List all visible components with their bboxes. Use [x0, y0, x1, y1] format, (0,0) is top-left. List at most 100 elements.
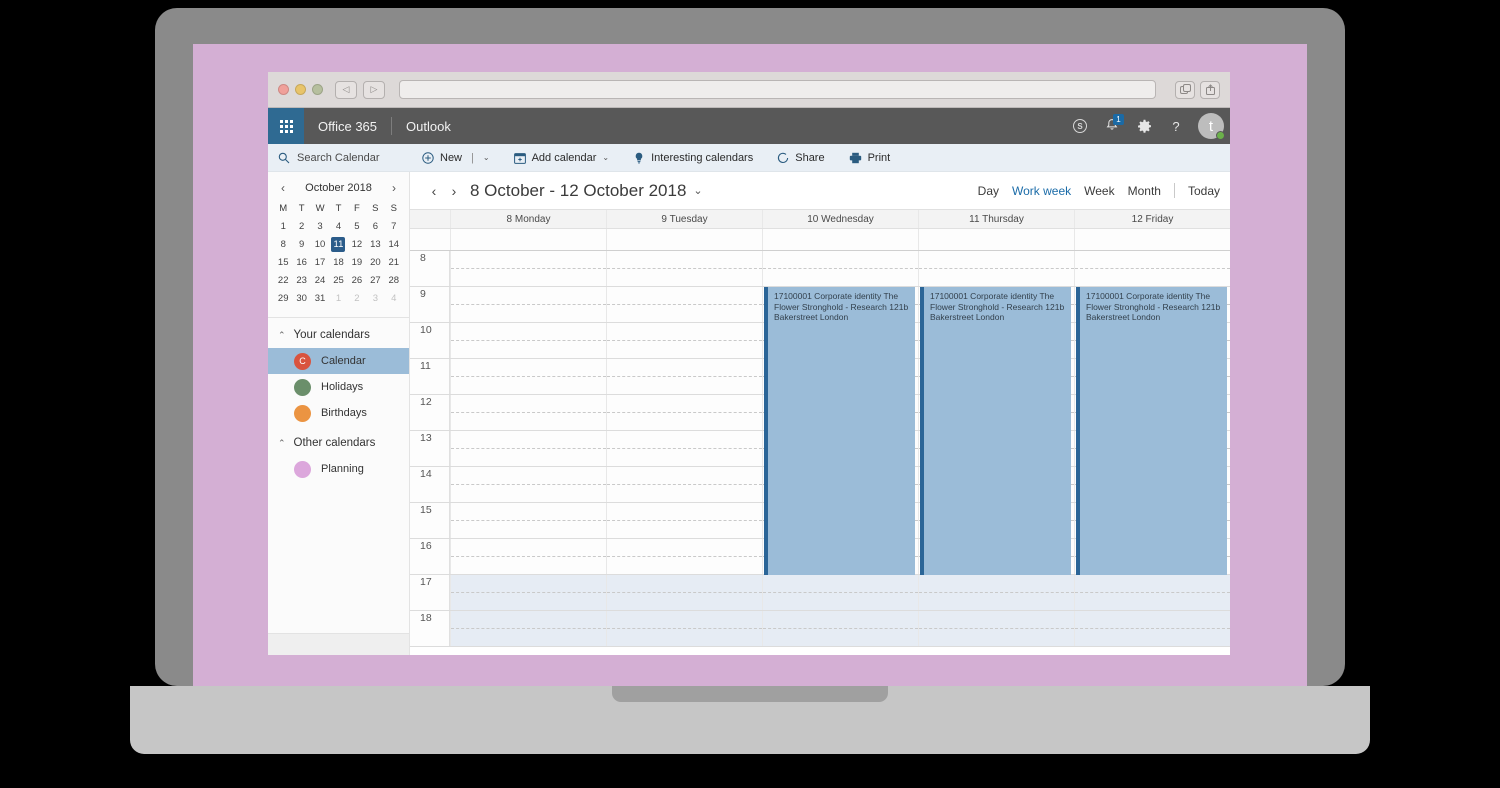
mini-calendar-day[interactable]: 14 — [385, 237, 403, 252]
mini-calendar-day[interactable]: 19 — [348, 255, 366, 270]
mini-calendar-day[interactable]: 8 — [274, 237, 292, 252]
time-slot-cell[interactable] — [918, 395, 1074, 430]
chevron-down-icon[interactable]: ⌄ — [602, 153, 609, 162]
time-slot-cell[interactable] — [762, 467, 918, 502]
print-button[interactable]: Print — [837, 144, 903, 172]
all-day-cell[interactable] — [606, 229, 762, 250]
share-button[interactable]: Share — [765, 144, 836, 172]
suite-brand[interactable]: Office 365 — [304, 119, 391, 134]
time-slot-cell[interactable] — [606, 467, 762, 502]
time-slot-cell[interactable] — [762, 323, 918, 358]
back-button[interactable]: ◁ — [335, 80, 357, 99]
add-calendar-button[interactable]: Add calendar ⌄ — [502, 144, 622, 172]
mini-calendar-day[interactable]: 9 — [292, 237, 310, 252]
day-header[interactable]: 11 Thursday — [918, 210, 1074, 228]
calendar-prev-button[interactable]: ‹ — [424, 183, 444, 199]
time-slot-cell[interactable] — [918, 251, 1074, 286]
calendar-list-item[interactable]: Planning — [268, 456, 409, 482]
mini-calendar-day[interactable]: 16 — [292, 255, 310, 270]
time-slot-cell[interactable] — [450, 503, 606, 538]
notifications-button[interactable]: 1 — [1096, 108, 1128, 144]
time-slot-cell[interactable] — [606, 359, 762, 394]
mini-calendar-day[interactable]: 2 — [292, 219, 310, 234]
time-slot-cell[interactable] — [762, 575, 918, 610]
time-slot-cell[interactable] — [450, 431, 606, 466]
mini-calendar-day[interactable]: 6 — [366, 219, 384, 234]
time-slot-cell[interactable] — [918, 287, 1074, 322]
mini-calendar-day[interactable]: 26 — [348, 273, 366, 288]
time-slot-cell[interactable] — [450, 575, 606, 610]
time-slot-cell[interactable] — [450, 395, 606, 430]
interesting-calendars-button[interactable]: Interesting calendars — [621, 144, 765, 172]
all-day-row[interactable] — [410, 229, 1230, 251]
time-slot-cell[interactable] — [762, 431, 918, 466]
time-slot-cell[interactable] — [762, 287, 918, 322]
mini-calendar-day[interactable]: 23 — [292, 273, 310, 288]
skype-button[interactable]: S — [1064, 108, 1096, 144]
calendar-group-header[interactable]: ⌃ Your calendars — [268, 318, 409, 348]
avatar[interactable]: t — [1198, 113, 1225, 140]
settings-button[interactable] — [1128, 108, 1160, 144]
time-slot-cell[interactable] — [1074, 323, 1230, 358]
time-slot-cell[interactable] — [762, 539, 918, 574]
time-slot-cell[interactable] — [762, 251, 918, 286]
time-slot-cell[interactable] — [918, 467, 1074, 502]
calendar-group-header[interactable]: ⌃ Other calendars — [268, 426, 409, 456]
day-header[interactable]: 12 Friday — [1074, 210, 1230, 228]
mini-calendar-day[interactable]: 24 — [311, 273, 329, 288]
mini-calendar-day[interactable]: 28 — [385, 273, 403, 288]
time-slot-cell[interactable] — [606, 575, 762, 610]
view-option-work-week[interactable]: Work week — [1012, 184, 1071, 198]
mini-calendar-day[interactable]: 20 — [366, 255, 384, 270]
mini-calendar-day[interactable]: 11 — [331, 237, 346, 252]
time-slot-cell[interactable] — [1074, 539, 1230, 574]
mini-calendar-day[interactable]: 1 — [274, 219, 292, 234]
mini-calendar-day[interactable]: 5 — [348, 219, 366, 234]
time-slot-cell[interactable] — [450, 467, 606, 502]
time-slot-cell[interactable] — [450, 251, 606, 286]
calendar-list-item[interactable]: C Calendar — [268, 348, 409, 374]
time-slot-cell[interactable] — [918, 539, 1074, 574]
time-slot-cell[interactable] — [1074, 503, 1230, 538]
mini-calendar-day[interactable]: 4 — [329, 219, 347, 234]
calendar-list-item[interactable]: Holidays — [268, 374, 409, 400]
time-slot-cell[interactable] — [918, 431, 1074, 466]
mini-calendar-day[interactable]: 18 — [329, 255, 347, 270]
calendar-next-button[interactable]: › — [444, 183, 464, 199]
mini-calendar-day[interactable]: 12 — [348, 237, 366, 252]
time-slot-cell[interactable] — [606, 323, 762, 358]
time-slot-cell[interactable] — [450, 611, 606, 646]
new-button[interactable]: New | ⌄ — [410, 144, 502, 172]
time-slot-cell[interactable] — [1074, 467, 1230, 502]
mini-calendar-day[interactable]: 30 — [292, 291, 310, 306]
time-slot-cell[interactable] — [1074, 359, 1230, 394]
day-header[interactable]: 8 Monday — [450, 210, 606, 228]
time-slot-cell[interactable] — [918, 323, 1074, 358]
chevron-down-icon[interactable]: ⌄ — [483, 153, 490, 162]
day-header[interactable]: 10 Wednesday — [762, 210, 918, 228]
time-slot-cell[interactable] — [1074, 575, 1230, 610]
time-slot-cell[interactable] — [1074, 431, 1230, 466]
mini-calendar-day[interactable]: 25 — [329, 273, 347, 288]
suite-app-name[interactable]: Outlook — [392, 119, 465, 134]
time-slot-cell[interactable] — [606, 251, 762, 286]
all-day-cell[interactable] — [918, 229, 1074, 250]
mini-calendar-next-button[interactable]: › — [387, 181, 401, 195]
help-button[interactable]: ? — [1160, 108, 1192, 144]
share-icon[interactable] — [1200, 80, 1220, 99]
time-slot-cell[interactable] — [606, 287, 762, 322]
url-bar[interactable] — [399, 80, 1156, 99]
all-day-cell[interactable] — [1074, 229, 1230, 250]
time-slot-cell[interactable] — [762, 611, 918, 646]
time-slot-cell[interactable] — [450, 539, 606, 574]
time-slot-cell[interactable] — [450, 359, 606, 394]
time-slot-cell[interactable] — [918, 575, 1074, 610]
time-slot-cell[interactable] — [606, 503, 762, 538]
forward-button[interactable]: ▷ — [363, 80, 385, 99]
today-button[interactable]: Today — [1188, 184, 1220, 198]
search-calendar-input[interactable]: Search Calendar — [268, 152, 410, 164]
time-slot-cell[interactable] — [762, 395, 918, 430]
minimize-traffic-light[interactable] — [295, 84, 306, 95]
all-day-cell[interactable] — [762, 229, 918, 250]
mini-calendar-day[interactable]: 21 — [385, 255, 403, 270]
